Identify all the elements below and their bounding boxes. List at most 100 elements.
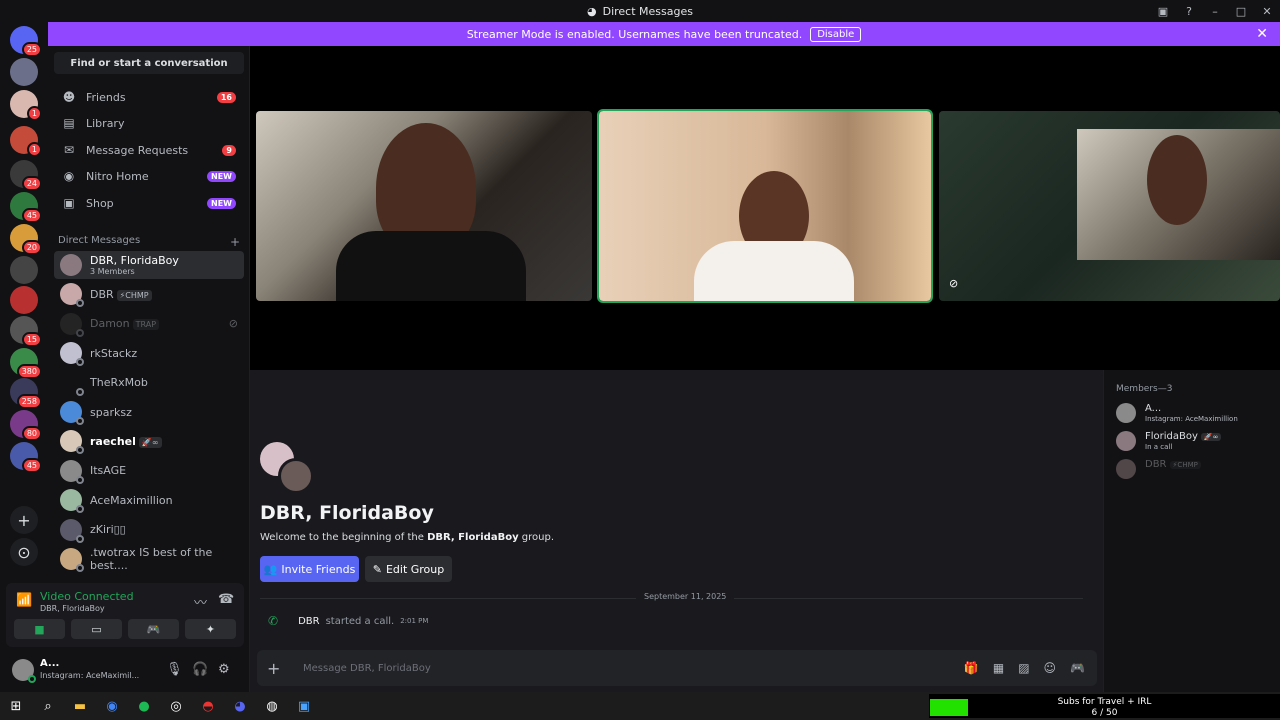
server-icon[interactable]: 45 <box>10 192 42 223</box>
help-icon[interactable]: ? <box>1176 5 1202 18</box>
user-avatar[interactable] <box>12 659 36 683</box>
nav-item-shop[interactable]: ▣ Shop NEW <box>54 191 244 215</box>
noise-suppression-icon[interactable]: 〰 <box>194 592 207 611</box>
soundboard-button[interactable]: ✦ <box>185 619 236 639</box>
nav-label: Shop <box>86 196 114 210</box>
close-icon[interactable]: ✕ <box>1256 26 1268 42</box>
file-explorer-icon[interactable]: ▬ <box>64 692 96 720</box>
server-icon[interactable]: 1 <box>10 90 42 121</box>
edit-group-button[interactable]: ✎ Edit Group <box>365 556 452 582</box>
video-tile-dbr[interactable] <box>256 111 592 301</box>
message-requests-icon: ✉ <box>63 143 75 157</box>
mention-badge: 45 <box>21 458 42 473</box>
sticker-icon[interactable]: ▨ <box>1018 661 1029 675</box>
dm-name-text: TheRxMob <box>90 376 148 390</box>
disable-streamer-mode-button[interactable]: Disable <box>810 26 862 42</box>
signal-icon[interactable]: 📶 <box>16 593 32 608</box>
spotify-icon[interactable]: ● <box>128 692 160 720</box>
server-icon[interactable]: 380 <box>10 348 42 379</box>
activity-button[interactable]: 🎮 <box>128 619 179 639</box>
dm-text: raechel 🚀∞ <box>90 435 162 448</box>
server-icon[interactable] <box>10 256 38 284</box>
dm-text: Damon TRAP <box>90 317 160 331</box>
server-icon[interactable]: 1 <box>10 126 42 157</box>
voice-channel[interactable]: DBR, FloridaBoy <box>40 604 105 613</box>
minimize-button[interactable]: – <box>1202 5 1228 18</box>
call-user[interactable]: DBR <box>298 616 320 627</box>
camera-button[interactable]: ■ <box>14 619 65 639</box>
gif-icon[interactable]: ▦ <box>993 661 1004 675</box>
server-icon[interactable]: 45 <box>10 442 42 473</box>
user-name[interactable]: A... <box>40 658 59 669</box>
dm-name-text: AceMaximillion <box>90 493 173 507</box>
server-icon[interactable]: 20 <box>10 224 42 255</box>
nav-item-friends[interactable]: ☻ Friends 16 <box>54 85 244 109</box>
dm-item[interactable]: sparksz <box>54 398 244 426</box>
dm-name: rkStackz <box>90 347 137 360</box>
server-icon[interactable] <box>10 286 38 314</box>
member-row[interactable]: FloridaBoy 🚀∞ In a call <box>1116 429 1276 455</box>
home-dm-button[interactable]: 25 <box>10 26 42 57</box>
server-icon[interactable]: 15 <box>10 316 42 347</box>
member-row[interactable]: A... Instagram: AceMaximillion <box>1116 401 1276 427</box>
activities-icon[interactable]: 🎮 <box>1070 661 1085 675</box>
dm-item[interactable]: rkStackz <box>54 339 244 367</box>
dm-item[interactable]: ItsAGE <box>54 457 244 485</box>
video-tile-floridaboy[interactable] <box>597 109 933 303</box>
dm-item[interactable]: .twotrax IS best of the best.... <box>54 545 244 573</box>
nav-item-nitro-home[interactable]: ◉ Nitro Home NEW <box>54 164 244 188</box>
discover-compass-icon[interactable]: ⊙ <box>10 538 38 566</box>
app-icon[interactable]: ◍ <box>256 692 288 720</box>
dm-item[interactable]: TheRxMob <box>54 369 244 397</box>
headphones-icon[interactable]: 🎧 <box>192 662 208 677</box>
video-tile-stream[interactable]: ⊘ <box>939 111 1280 301</box>
screen-share-button[interactable]: ▭ <box>71 619 122 639</box>
discord-taskbar-icon[interactable]: ◕ <box>224 692 256 720</box>
maximize-button[interactable]: □ <box>1228 5 1254 18</box>
invite-friends-button[interactable]: 👥 Invite Friends <box>260 556 359 582</box>
nav-label: Friends <box>86 90 126 104</box>
windows-start-icon[interactable]: ⊞ <box>0 692 32 720</box>
count-badge: NEW <box>207 170 236 182</box>
find-conversation-button[interactable]: Find or start a conversation <box>54 52 244 74</box>
dm-text: DBR, FloridaBoy 3 Members <box>90 254 179 276</box>
dm-text: AceMaximillion <box>90 494 173 507</box>
message-input[interactable]: Message DBR, FloridaBoy <box>303 663 431 674</box>
status-indicator <box>76 564 84 572</box>
create-dm-icon[interactable]: + <box>230 235 240 249</box>
emoji-icon[interactable]: ☺ <box>1044 661 1057 675</box>
settings-gear-icon[interactable]: ⚙ <box>218 662 230 677</box>
window-app-icon[interactable]: ▣ <box>288 692 320 720</box>
server-icon[interactable]: 80 <box>10 410 42 441</box>
search-icon[interactable]: ⌕ <box>32 692 64 720</box>
window-controls: ▣ ? – □ ✕ <box>1150 0 1280 22</box>
close-window-button[interactable]: ✕ <box>1254 5 1280 18</box>
inbox-icon[interactable]: ▣ <box>1150 5 1176 18</box>
dm-item[interactable]: raechel 🚀∞ <box>54 427 244 455</box>
dm-item[interactable]: DBR, FloridaBoy 3 Members <box>54 251 244 279</box>
dm-item[interactable]: zKiri▯▯ <box>54 516 244 544</box>
welcome-prefix: Welcome to the beginning of the <box>260 532 428 543</box>
chrome-icon[interactable]: ◉ <box>96 692 128 720</box>
user-status[interactable]: Instagram: AceMaximil... <box>40 671 139 680</box>
voice-status[interactable]: Video Connected <box>40 590 134 603</box>
microphone-icon[interactable]: 🎙 <box>166 662 183 677</box>
server-icon[interactable]: 258 <box>10 378 42 409</box>
dm-item[interactable]: AceMaximillion <box>54 486 244 514</box>
server-icon[interactable]: 24 <box>10 160 42 191</box>
dm-item[interactable]: Damon TRAP ⊘ <box>54 310 244 338</box>
member-row[interactable]: DBR ⚡CHMP <box>1116 457 1276 483</box>
obs-icon[interactable]: ◎ <box>160 692 192 720</box>
nav-item-library[interactable]: ▤ Library <box>54 111 244 135</box>
pokeball-app-icon[interactable]: ◓ <box>192 692 224 720</box>
server-icon[interactable] <box>10 58 38 86</box>
upload-plus-icon[interactable]: + <box>267 659 287 678</box>
status-indicator <box>76 417 84 425</box>
disconnect-icon[interactable]: ☎ <box>218 592 234 607</box>
add-server-button[interactable]: + <box>10 506 38 534</box>
call-text: started a call. <box>325 615 395 627</box>
dm-item[interactable]: DBR ⚡CHMP <box>54 280 244 308</box>
gift-icon[interactable]: 🎁 <box>964 661 979 675</box>
nav-item-message-requests[interactable]: ✉ Message Requests 9 <box>54 138 244 162</box>
dm-subtext: 3 Members <box>90 267 135 276</box>
